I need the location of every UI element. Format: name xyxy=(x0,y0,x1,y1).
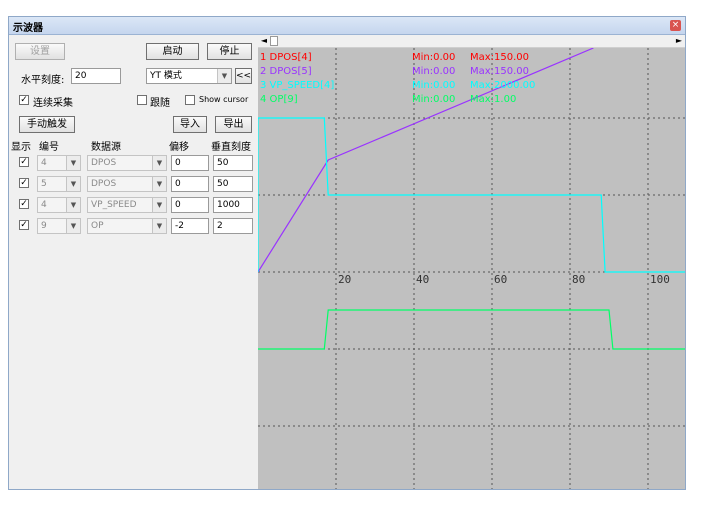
mode-select-value: YT 模式 xyxy=(150,71,182,81)
legend-name-4: 4 OP[9] xyxy=(260,94,298,105)
window-title: 示波器 xyxy=(13,23,43,34)
col-header-show: 显示 xyxy=(11,142,31,153)
row-1-source-select[interactable]: DPOS ▼ xyxy=(87,155,167,171)
row-1-offset-input[interactable]: 0 xyxy=(171,155,209,171)
legend-max-1: Max:150.00 xyxy=(470,52,530,63)
row-3-check-icon: ✓ xyxy=(20,199,28,209)
row-2-source: DPOS xyxy=(91,179,117,189)
show-cursor-label: Show cursor xyxy=(199,95,249,104)
export-button[interactable]: 导出 xyxy=(215,116,252,133)
legend-name-1: 1 DPOS[4] xyxy=(260,52,312,63)
start-button[interactable]: 启动 xyxy=(146,43,199,60)
legend-max-2: Max:150.00 xyxy=(470,66,530,77)
legend-name-3: 3 VP_SPEED[4] xyxy=(260,80,335,91)
continuous-checkbox[interactable]: ✓ xyxy=(19,95,29,105)
row-3-number: 4 xyxy=(41,200,47,210)
row-4-source: OP xyxy=(91,221,104,231)
row-3-offset-input[interactable]: 0 xyxy=(171,197,209,213)
legend-max-4: Max:1.00 xyxy=(470,94,517,105)
chevron-down-icon: ▼ xyxy=(66,177,80,191)
chevron-down-icon: ▼ xyxy=(152,219,166,233)
col-header-offset: 偏移 xyxy=(169,142,189,153)
x-tick-label: 100 xyxy=(650,273,670,286)
row-2-number-select[interactable]: 5 ▼ xyxy=(37,176,81,192)
row-2-check-icon: ✓ xyxy=(20,178,28,188)
row-2-show-checkbox[interactable]: ✓ xyxy=(19,178,29,188)
chevron-down-icon: ▼ xyxy=(152,156,166,170)
scroll-thumb[interactable] xyxy=(270,36,278,46)
stop-button[interactable]: 停止 xyxy=(207,43,252,60)
close-icon[interactable]: × xyxy=(670,20,681,31)
plot-h-scrollbar[interactable]: ◄ ► xyxy=(258,35,685,48)
row-3-scale-input[interactable]: 1000 xyxy=(213,197,253,213)
row-1-scale-input[interactable]: 50 xyxy=(213,155,253,171)
row-1-show-checkbox[interactable]: ✓ xyxy=(19,157,29,167)
chevron-down-icon: ▼ xyxy=(152,198,166,212)
row-4-source-select[interactable]: OP ▼ xyxy=(87,218,167,234)
x-tick-label: 20 xyxy=(338,273,351,286)
x-tick-label: 80 xyxy=(572,273,585,286)
row-2-source-select[interactable]: DPOS ▼ xyxy=(87,176,167,192)
legend-name-2: 2 DPOS[5] xyxy=(260,66,312,77)
row-3-source: VP_SPEED xyxy=(91,200,137,210)
legend-min-3: Min:0.00 xyxy=(412,80,456,91)
chevron-down-icon: ▼ xyxy=(66,198,80,212)
row-1-check-icon: ✓ xyxy=(20,157,28,167)
legend-min-1: Min:0.00 xyxy=(412,52,456,63)
scroll-right-icon[interactable]: ► xyxy=(673,35,685,47)
oscilloscope-plot[interactable]: 20 40 60 80 100 1 DPOS[4] Min:0.00 Max:150.00 2… xyxy=(258,48,685,489)
x-tick-label: 60 xyxy=(494,273,507,286)
col-header-number: 编号 xyxy=(39,142,59,153)
trace-series-4 xyxy=(258,309,685,350)
h-scale-label: 水平刻度: xyxy=(21,75,65,86)
mode-select[interactable]: YT 模式 ▼ xyxy=(146,68,232,84)
row-4-check-icon: ✓ xyxy=(20,220,28,230)
plot-canvas: 20 40 60 80 100 xyxy=(258,48,685,489)
chevron-down-icon: ▼ xyxy=(217,69,231,83)
continuous-label: 连续采集 xyxy=(33,98,73,109)
row-1-source: DPOS xyxy=(91,158,117,168)
follow-label: 跟随 xyxy=(150,98,170,109)
legend-max-3: Max:2000.00 xyxy=(470,80,536,91)
x-tick-label: 40 xyxy=(416,273,429,286)
row-4-show-checkbox[interactable]: ✓ xyxy=(19,220,29,230)
collapse-button[interactable]: << xyxy=(235,68,252,84)
continuous-check-icon: ✓ xyxy=(20,95,28,105)
legend-min-4: Min:0.00 xyxy=(412,94,456,105)
col-header-source: 数据源 xyxy=(91,142,121,153)
row-4-scale-input[interactable]: 2 xyxy=(213,218,253,234)
chevron-down-icon: ▼ xyxy=(152,177,166,191)
scroll-left-icon[interactable]: ◄ xyxy=(258,35,270,47)
manual-trigger-button[interactable]: 手动触发 xyxy=(19,116,75,133)
row-3-show-checkbox[interactable]: ✓ xyxy=(19,199,29,209)
follow-checkbox[interactable] xyxy=(137,95,147,105)
chevron-down-icon: ▼ xyxy=(66,219,80,233)
row-4-number: 9 xyxy=(41,221,47,231)
show-cursor-checkbox[interactable] xyxy=(185,95,195,105)
row-1-number: 4 xyxy=(41,158,47,168)
row-2-number: 5 xyxy=(41,179,47,189)
chevron-down-icon: ▼ xyxy=(66,156,80,170)
title-bar: 示波器 × xyxy=(9,17,685,35)
row-4-offset-input[interactable]: -2 xyxy=(171,218,209,234)
col-header-scale: 垂直刻度 xyxy=(211,142,251,153)
legend-min-2: Min:0.00 xyxy=(412,66,456,77)
row-3-source-select[interactable]: VP_SPEED ▼ xyxy=(87,197,167,213)
row-3-number-select[interactable]: 4 ▼ xyxy=(37,197,81,213)
row-1-number-select[interactable]: 4 ▼ xyxy=(37,155,81,171)
row-2-scale-input[interactable]: 50 xyxy=(213,176,253,192)
h-scale-input[interactable]: 20 xyxy=(71,68,121,84)
settings-button[interactable]: 设置 xyxy=(15,43,65,60)
row-4-number-select[interactable]: 9 ▼ xyxy=(37,218,81,234)
oscilloscope-window: 示波器 × 设置 启动 停止 水平刻度: 20 YT 模式 ▼ << ✓ 连续采… xyxy=(8,16,686,490)
trace-series-3 xyxy=(258,117,685,273)
row-2-offset-input[interactable]: 0 xyxy=(171,176,209,192)
import-button[interactable]: 导入 xyxy=(173,116,207,133)
